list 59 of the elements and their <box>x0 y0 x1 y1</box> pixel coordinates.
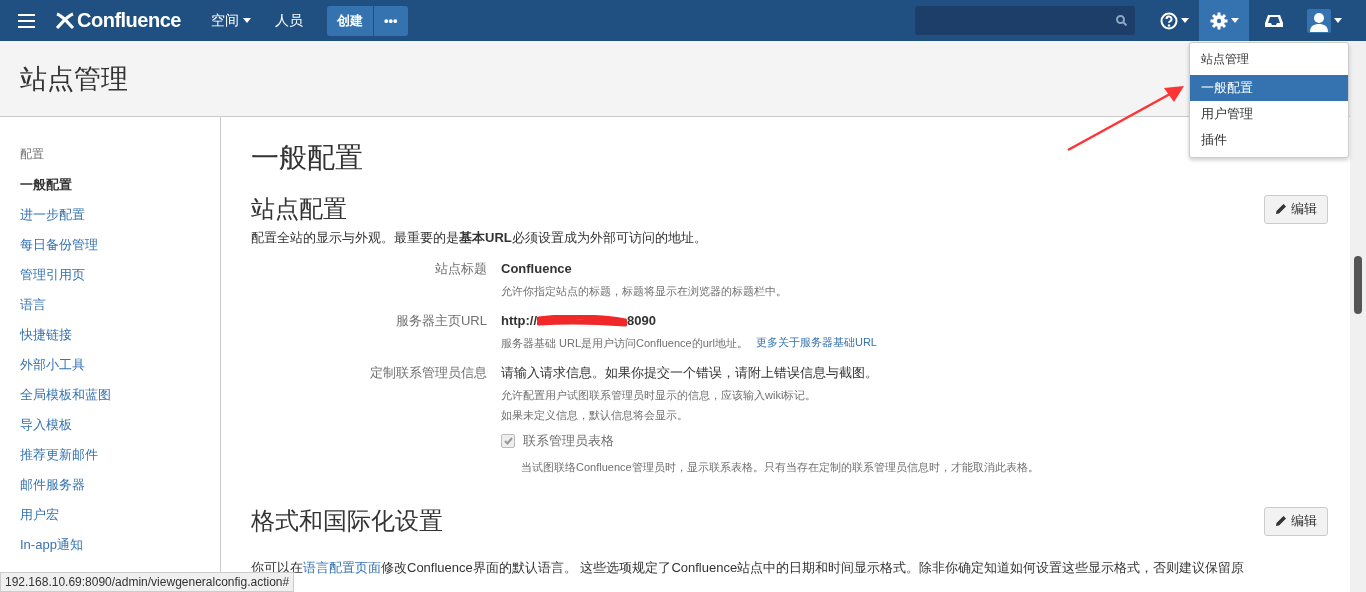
section-description: 配置全站的显示与外观。最重要的是基本URL必须设置成为外部可访问的地址。 <box>251 229 708 247</box>
help-text: 允许你指定站点的标题，标题将显示在浏览器的标题栏中。 <box>501 284 788 299</box>
avatar-icon <box>1306 8 1331 33</box>
help-text: 服务器基础 URL是用户访问Confluence的url地址。 <box>501 336 748 351</box>
field-label: 定制联系管理员信息 <box>369 364 487 382</box>
create-button[interactable]: 创建 <box>326 5 373 36</box>
sidebar-item[interactable]: 全局模板和蓝图 <box>20 385 111 404</box>
menu-item[interactable]: 一般配置 <box>1190 75 1348 101</box>
status-bar: 192.168.10.69:8090/admin/viewgeneralconfig.action# <box>0 572 295 592</box>
inbox-icon <box>1265 13 1283 28</box>
field-value: Confluence <box>501 260 573 278</box>
checkbox-label: 联系管理员表格 <box>523 432 614 450</box>
sidebar-item[interactable]: 语言 <box>20 295 46 314</box>
nav-link[interactable]: 空间 <box>198 11 263 30</box>
sidebar-item[interactable]: 导入模板 <box>20 415 72 434</box>
sidebar-item[interactable]: 邮件服务器 <box>20 475 85 494</box>
section-title: 一般配置 <box>251 141 363 175</box>
pencil-icon <box>1275 203 1287 215</box>
help-link[interactable]: 更多关于服务器基础URL <box>755 335 877 351</box>
help-text: 允许配置用户试图联系管理员时显示的信息，应该输入wiki标记。 <box>501 388 818 403</box>
nav-link[interactable]: 人员 <box>262 11 315 30</box>
pencil-icon <box>1275 515 1287 527</box>
sidebar-heading: 配置 <box>20 146 45 163</box>
sidebar-item[interactable]: 每日备份管理 <box>20 235 98 254</box>
help-icon <box>1159 11 1178 30</box>
sidebar-item[interactable]: 管理引用页 <box>20 265 85 284</box>
field-label: 服务器主页URL <box>395 312 487 330</box>
field-value: http:// 8090 <box>501 312 657 330</box>
menu-icon[interactable] <box>18 13 35 28</box>
menu-item[interactable]: 用户管理 <box>1190 101 1348 127</box>
search-icon <box>1116 15 1127 26</box>
field-value: 请输入请求信息。如果你提交一个错误，请附上错误信息与截图。 <box>501 364 879 382</box>
sidebar-item[interactable]: 推荐更新邮件 <box>20 445 98 464</box>
section-heading: 格式和国际化设置 <box>251 506 443 536</box>
page-title: 站点管理 <box>20 62 128 96</box>
caret-icon <box>1333 18 1342 23</box>
caret-icon <box>1180 18 1189 23</box>
toolbar-button[interactable] <box>1199 0 1249 41</box>
section-heading: 站点配置 <box>251 194 347 224</box>
help-text: 如果未定义信息，默认信息将会显示。 <box>501 408 689 423</box>
edit-button[interactable]: 编辑 <box>1264 194 1328 224</box>
field-label: 站点标题 <box>434 260 487 278</box>
sidebar-item[interactable]: 用户宏 <box>20 505 59 524</box>
help-text: 当试图联络Confluence管理员时，显示联系表格。只有当存在定制的联系管理员信息时，才能取消此表格。 <box>521 460 1040 475</box>
logo[interactable]: Confluence <box>55 9 181 32</box>
menu-item[interactable]: 插件 <box>1190 127 1348 153</box>
sidebar-item[interactable]: 进一步配置 <box>20 205 85 224</box>
language-config-link[interactable]: 语言配置页面 <box>303 560 381 575</box>
menu-heading: 站点管理 <box>1200 51 1250 68</box>
caret-icon <box>1230 18 1239 23</box>
scrollbar[interactable] <box>1350 41 1366 592</box>
sidebar-item[interactable]: 外部小工具 <box>20 355 85 374</box>
sidebar-item[interactable]: In-app通知 <box>20 535 83 554</box>
edit-button[interactable]: 编辑 <box>1264 506 1328 536</box>
more-button[interactable]: ••• <box>373 5 408 36</box>
sidebar-item[interactable]: 一般配置 <box>20 175 72 194</box>
search-field[interactable] <box>915 6 1135 35</box>
settings-icon <box>1209 11 1228 30</box>
sidebar-item[interactable]: 快捷链接 <box>20 325 72 344</box>
